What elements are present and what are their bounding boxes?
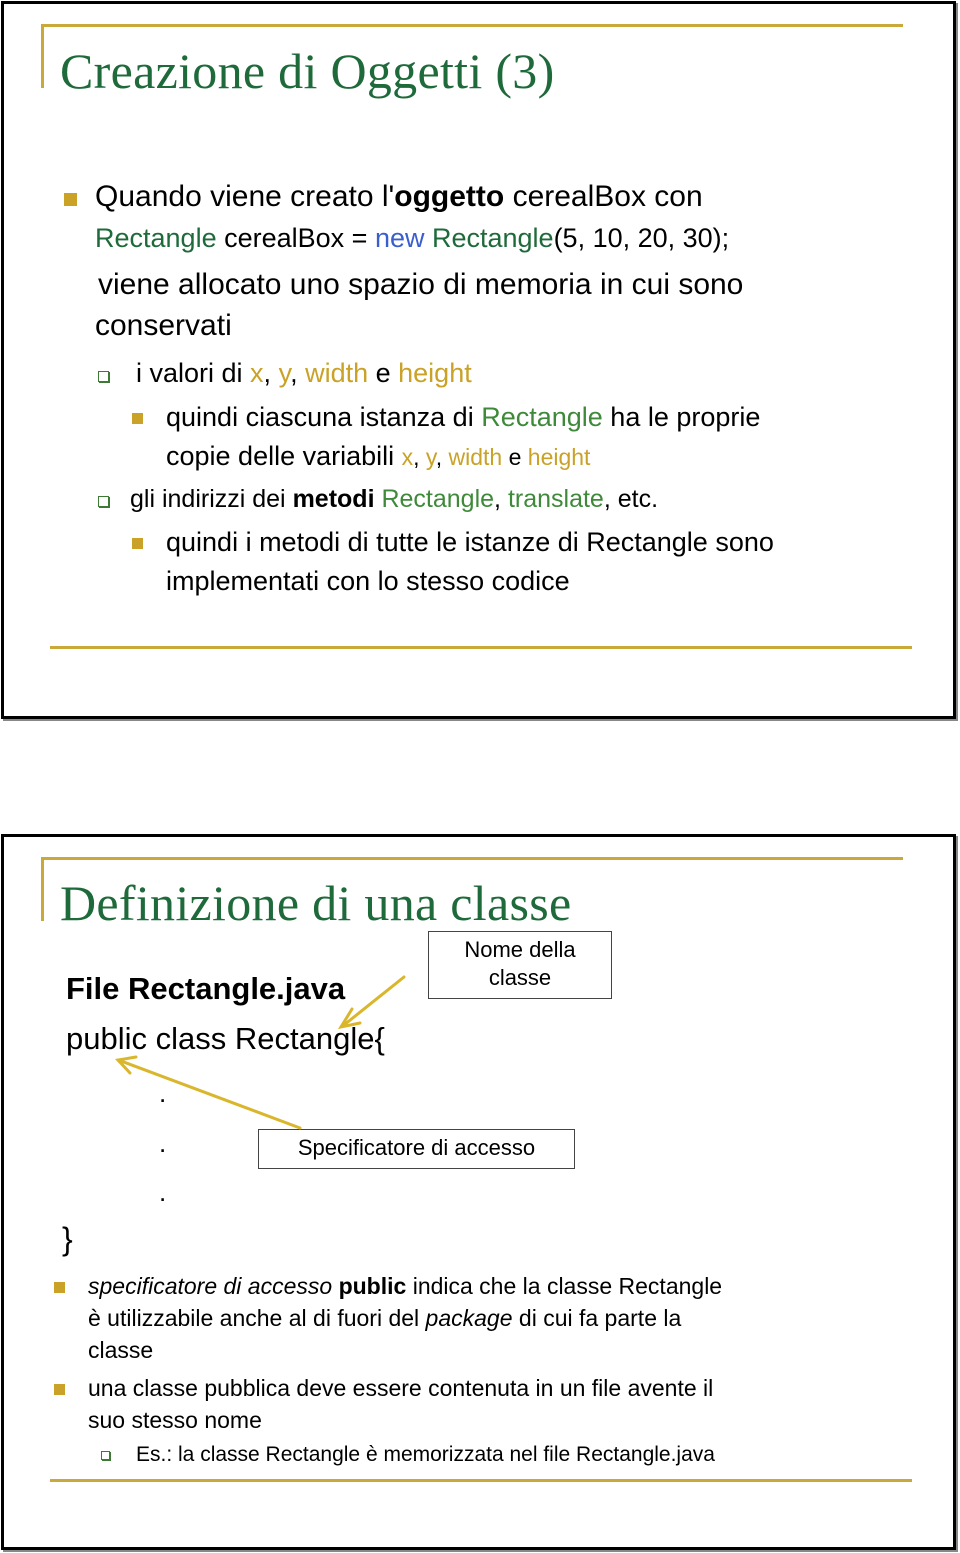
text: indica che la classe Rectangle — [406, 1273, 723, 1299]
hollow-square-bullet-icon — [98, 371, 109, 382]
text: di cui fa parte la — [512, 1305, 682, 1331]
hollow-square-bullet-icon — [98, 496, 109, 507]
code-text: cerealBox = — [216, 223, 375, 253]
bold-term: public — [338, 1273, 407, 1299]
bullet-text: è utilizzabile anche al di fuori del pac… — [88, 1303, 681, 1333]
square-bullet-icon — [54, 1384, 65, 1395]
sub-sub-bullet-text: quindi i metodi di tutte le istanze di R… — [166, 527, 774, 557]
var-width: width — [305, 358, 369, 388]
text: i valori di — [136, 358, 251, 388]
text: copie delle variabili — [166, 441, 402, 471]
method-name: Rectangle — [381, 485, 495, 513]
bullet-text: classe — [88, 1337, 154, 1363]
arrow-to-public — [119, 1059, 302, 1130]
bullet-text: viene allocato uno spazio di memoria in … — [98, 268, 744, 301]
square-bullet-icon — [132, 538, 143, 549]
sub-bullet-text: Es.: la classe Rectangle è memorizzata n… — [136, 1443, 715, 1466]
text: e — [368, 358, 399, 388]
var-x: x — [401, 444, 414, 470]
italic-term: specificatore di accesso — [88, 1273, 333, 1299]
text: , — [290, 358, 306, 388]
sub-sub-bullet-text: implementati con lo stesso codice — [166, 566, 570, 596]
text: , etc. — [603, 485, 659, 513]
var-y: y — [425, 444, 436, 470]
bullet-text: specificatore di accesso public indica c… — [88, 1271, 722, 1301]
text: , — [435, 444, 449, 470]
square-bullet-icon — [64, 193, 77, 206]
text: , — [263, 358, 279, 388]
var-width: width — [448, 444, 503, 470]
square-bullet-icon — [132, 413, 143, 424]
var-height: height — [527, 444, 591, 470]
bullet-text: una classe pubblica deve essere contenut… — [88, 1375, 714, 1401]
method-name: translate — [507, 485, 604, 513]
var-y: y — [278, 358, 291, 388]
bullet-text: suo stesso nome — [88, 1407, 262, 1433]
sub-bullet-text: gli indirizzi dei metodi Rectangle, tran… — [130, 481, 658, 517]
bullet-text: conservati — [95, 309, 232, 342]
code-line: Rectangle cerealBox = new Rectangle(5, 1… — [95, 220, 729, 256]
title-frame-top-rule — [41, 24, 903, 27]
sub-sub-bullet-text: quindi ciascuna istanza di Rectangle ha … — [166, 399, 760, 435]
italic-term: package — [425, 1305, 513, 1331]
bold-term: metodi — [292, 485, 375, 513]
footer-rule — [50, 646, 912, 649]
text: gli indirizzi dei — [130, 485, 293, 513]
class-name: Rectangle — [481, 402, 603, 432]
text: cerealBox con — [504, 180, 703, 213]
arrow-to-class-name — [342, 975, 406, 1027]
slide-creazione-oggetti: Creazione di Oggetti (3) Quando viene cr… — [1, 1, 956, 719]
code-args: (5, 10, 20, 30); — [553, 223, 730, 253]
text: , — [413, 444, 426, 470]
text: Quando viene creato l' — [95, 180, 395, 213]
var-height: height — [398, 358, 472, 388]
text: è utilizzabile anche al di fuori del — [88, 1305, 426, 1331]
code-type: Rectangle — [95, 223, 217, 253]
sub-sub-bullet-text: copie delle variabili x, y, width e heig… — [166, 438, 590, 475]
text: quindi ciascuna istanza di — [166, 402, 482, 432]
square-bullet-icon — [54, 1282, 65, 1293]
text: e — [502, 444, 528, 470]
slide-title: Creazione di Oggetti (3) — [60, 43, 555, 99]
text: , — [494, 485, 508, 513]
footer-rule — [50, 1479, 912, 1482]
bold-term: oggetto — [394, 180, 505, 213]
sub-bullet-text: i valori di x, y, width e height — [136, 355, 472, 391]
code-keyword: new — [374, 223, 425, 253]
var-x: x — [250, 358, 264, 388]
hollow-square-bullet-icon — [101, 1451, 110, 1460]
slide-definizione-classe: Definizione di una classe File Rectangle… — [1, 834, 956, 1550]
code-constructor: Rectangle — [424, 223, 554, 253]
title-frame-left-rule — [41, 24, 44, 88]
bullet-text: Quando viene creato l'oggetto cerealBox … — [95, 179, 703, 215]
text: ha le proprie — [602, 402, 761, 432]
